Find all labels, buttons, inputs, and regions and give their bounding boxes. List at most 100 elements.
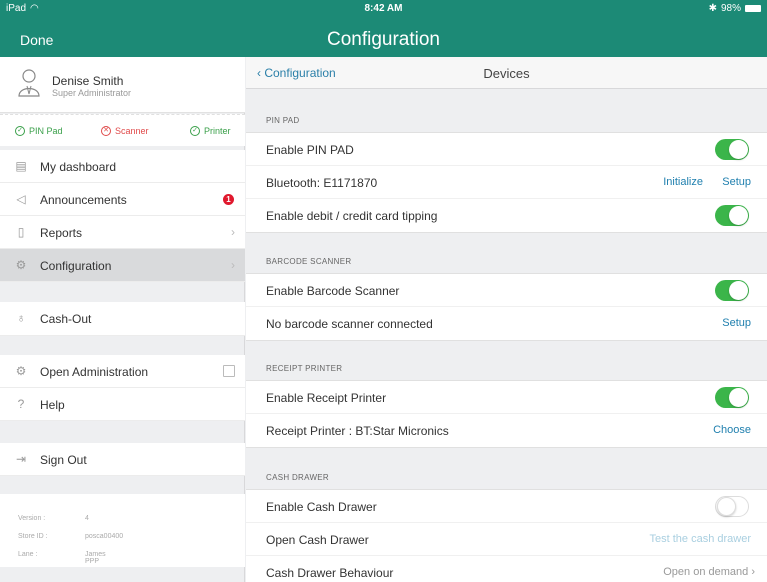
gear-icon: ⚙: [15, 364, 27, 378]
toggle-knob: [729, 140, 748, 159]
gear-icon: ⚙: [15, 258, 27, 272]
app-info: Version : 4 Store ID : posca00400 Lane :…: [0, 494, 245, 567]
sign-out-icon: ⇥: [15, 452, 27, 466]
row-label: Enable PIN PAD: [266, 143, 354, 157]
scanner-status-label: Scanner: [115, 126, 149, 136]
scanner-status: ✕ Scanner: [101, 126, 149, 136]
pinpad-enable-row: Enable PIN PAD: [246, 133, 767, 166]
section-header-barcode: BARCODE SCANNER: [266, 257, 352, 266]
pinpad-setup-button[interactable]: Setup: [722, 176, 751, 188]
version-label: Version :: [18, 515, 46, 522]
barcode-enable-row: Enable Barcode Scanner: [246, 274, 767, 307]
row-label: Enable debit / credit card tipping: [266, 209, 438, 223]
battery-icon: [745, 5, 761, 12]
sidebar-item-label: Help: [40, 398, 65, 412]
admin-menu: ⚙ Open Administration ? Help: [0, 355, 245, 421]
section-header-printer: RECEIPT PRINTER: [266, 364, 343, 373]
sidebar-item-configuration[interactable]: ⚙ Configuration ›: [0, 249, 245, 282]
bluetooth-icon: ✱: [708, 3, 717, 14]
user-name: Denise Smith: [52, 74, 124, 88]
store-row: Store ID : posca00400: [18, 533, 123, 540]
row-label: Receipt Printer : BT:Star Micronics: [266, 424, 449, 438]
sidebar-item-help[interactable]: ? Help: [0, 388, 245, 421]
behaviour-value: Open on demand ›: [663, 566, 755, 578]
help-icon: ?: [17, 397, 25, 411]
check-icon: ✓: [15, 126, 25, 136]
chevron-right-icon: ›: [231, 225, 235, 239]
status-bar: iPad ◠ 8:42 AM ✱ 98%: [0, 0, 767, 16]
sidebar: Denise Smith Super Administrator ✓ PIN P…: [0, 57, 245, 582]
lane-row: Lane : James PPP: [18, 551, 106, 565]
row-label: Cash Drawer Behaviour: [266, 566, 394, 580]
sidebar-item-announcements[interactable]: ◁ Announcements 1: [0, 183, 245, 216]
tipping-row: Enable debit / credit card tipping: [246, 199, 767, 232]
barcode-setup-button[interactable]: Setup: [722, 317, 751, 329]
tipping-toggle[interactable]: [715, 205, 749, 226]
test-drawer-button[interactable]: Test the cash drawer: [650, 533, 752, 545]
sidebar-item-reports[interactable]: ▯ Reports ›: [0, 216, 245, 249]
toggle-knob: [729, 281, 748, 300]
printer-enable-row: Enable Receipt Printer: [246, 381, 767, 414]
printer-card: Enable Receipt Printer Receipt Printer :…: [246, 380, 767, 448]
pinpad-bluetooth-row: Bluetooth: E1171870 Initialize Setup: [246, 166, 767, 199]
battery-percent: 98%: [720, 3, 741, 14]
row-label: Enable Cash Drawer: [266, 500, 377, 514]
sidebar-item-signout[interactable]: ⇥ Sign Out: [0, 443, 245, 476]
printer-device-row: Receipt Printer : BT:Star Micronics Choo…: [246, 414, 767, 447]
barcode-toggle[interactable]: [715, 280, 749, 301]
row-label: Enable Barcode Scanner: [266, 284, 400, 298]
drawer-card: Enable Cash Drawer Open Cash Drawer Test…: [246, 489, 767, 582]
store-value: posca00400: [85, 533, 124, 540]
cashout-menu: ♁ Cash-Out: [0, 302, 245, 336]
sidebar-item-label: Configuration: [40, 259, 112, 273]
choose-printer-button[interactable]: Choose: [713, 424, 751, 436]
lane-value: James PPP: [85, 551, 106, 565]
sidebar-item-label: My dashboard: [40, 160, 117, 174]
check-icon: ✓: [190, 126, 200, 136]
sidebar-item-open-administration[interactable]: ⚙ Open Administration: [0, 355, 245, 388]
row-label: No barcode scanner connected: [266, 317, 433, 331]
toggle-knob: [717, 497, 736, 516]
user-role: Super Administrator: [52, 88, 132, 98]
megaphone-icon: ◁: [16, 192, 26, 206]
sidebar-item-label: Open Administration: [40, 365, 149, 379]
printer-status-label: Printer: [204, 126, 231, 136]
row-label: Open Cash Drawer: [266, 533, 369, 547]
nav-bar: ‹ Configuration Devices: [246, 57, 767, 89]
section-header-pinpad: PIN PAD: [266, 116, 300, 125]
row-label: Enable Receipt Printer: [266, 391, 387, 405]
store-label: Store ID :: [18, 533, 48, 540]
dashboard-icon: ▤: [15, 159, 27, 173]
user-avatar-icon: [18, 69, 40, 97]
nav-title: Devices: [483, 66, 530, 81]
external-link-icon: [223, 365, 235, 377]
drawer-toggle[interactable]: [715, 496, 749, 517]
row-label: Bluetooth: E1171870: [266, 176, 378, 190]
drawer-enable-row: Enable Cash Drawer: [246, 490, 767, 523]
pinpad-status: ✓ PIN Pad: [15, 126, 63, 136]
main-menu: ▤ My dashboard ◁ Announcements 1 ▯ Repor…: [0, 150, 245, 282]
sidebar-item-label: Sign Out: [40, 453, 87, 467]
sidebar-item-label: Cash-Out: [40, 312, 92, 326]
user-profile[interactable]: Denise Smith Super Administrator: [0, 57, 245, 113]
drawer-behaviour-row[interactable]: Cash Drawer Behaviour Open on demand ›: [246, 556, 767, 582]
top-bar: iPad ◠ 8:42 AM ✱ 98% Done Configuration: [0, 0, 767, 57]
pinpad-card: Enable PIN PAD Bluetooth: E1171870 Initi…: [246, 132, 767, 233]
chevron-right-icon: ›: [751, 566, 755, 578]
initialize-button[interactable]: Initialize: [663, 176, 703, 188]
notification-badge: 1: [223, 194, 234, 205]
signout-menu: ⇥ Sign Out: [0, 443, 245, 476]
sidebar-item-cashout[interactable]: ♁ Cash-Out: [0, 302, 245, 336]
barcode-card: Enable Barcode Scanner No barcode scanne…: [246, 273, 767, 341]
piggy-bank-icon: ♁: [16, 311, 26, 325]
toggle-knob: [729, 388, 748, 407]
devices-pane: ‹ Configuration Devices PIN PAD Enable P…: [246, 57, 767, 582]
drawer-open-row: Open Cash Drawer Test the cash drawer: [246, 523, 767, 556]
pinpad-status-label: PIN Pad: [29, 126, 63, 136]
pinpad-toggle[interactable]: [715, 139, 749, 160]
printer-toggle[interactable]: [715, 387, 749, 408]
page-title: Configuration: [326, 29, 441, 50]
sidebar-item-dashboard[interactable]: ▤ My dashboard: [0, 150, 245, 183]
printer-status: ✓ Printer: [190, 126, 231, 136]
lane-label: Lane :: [18, 551, 38, 558]
